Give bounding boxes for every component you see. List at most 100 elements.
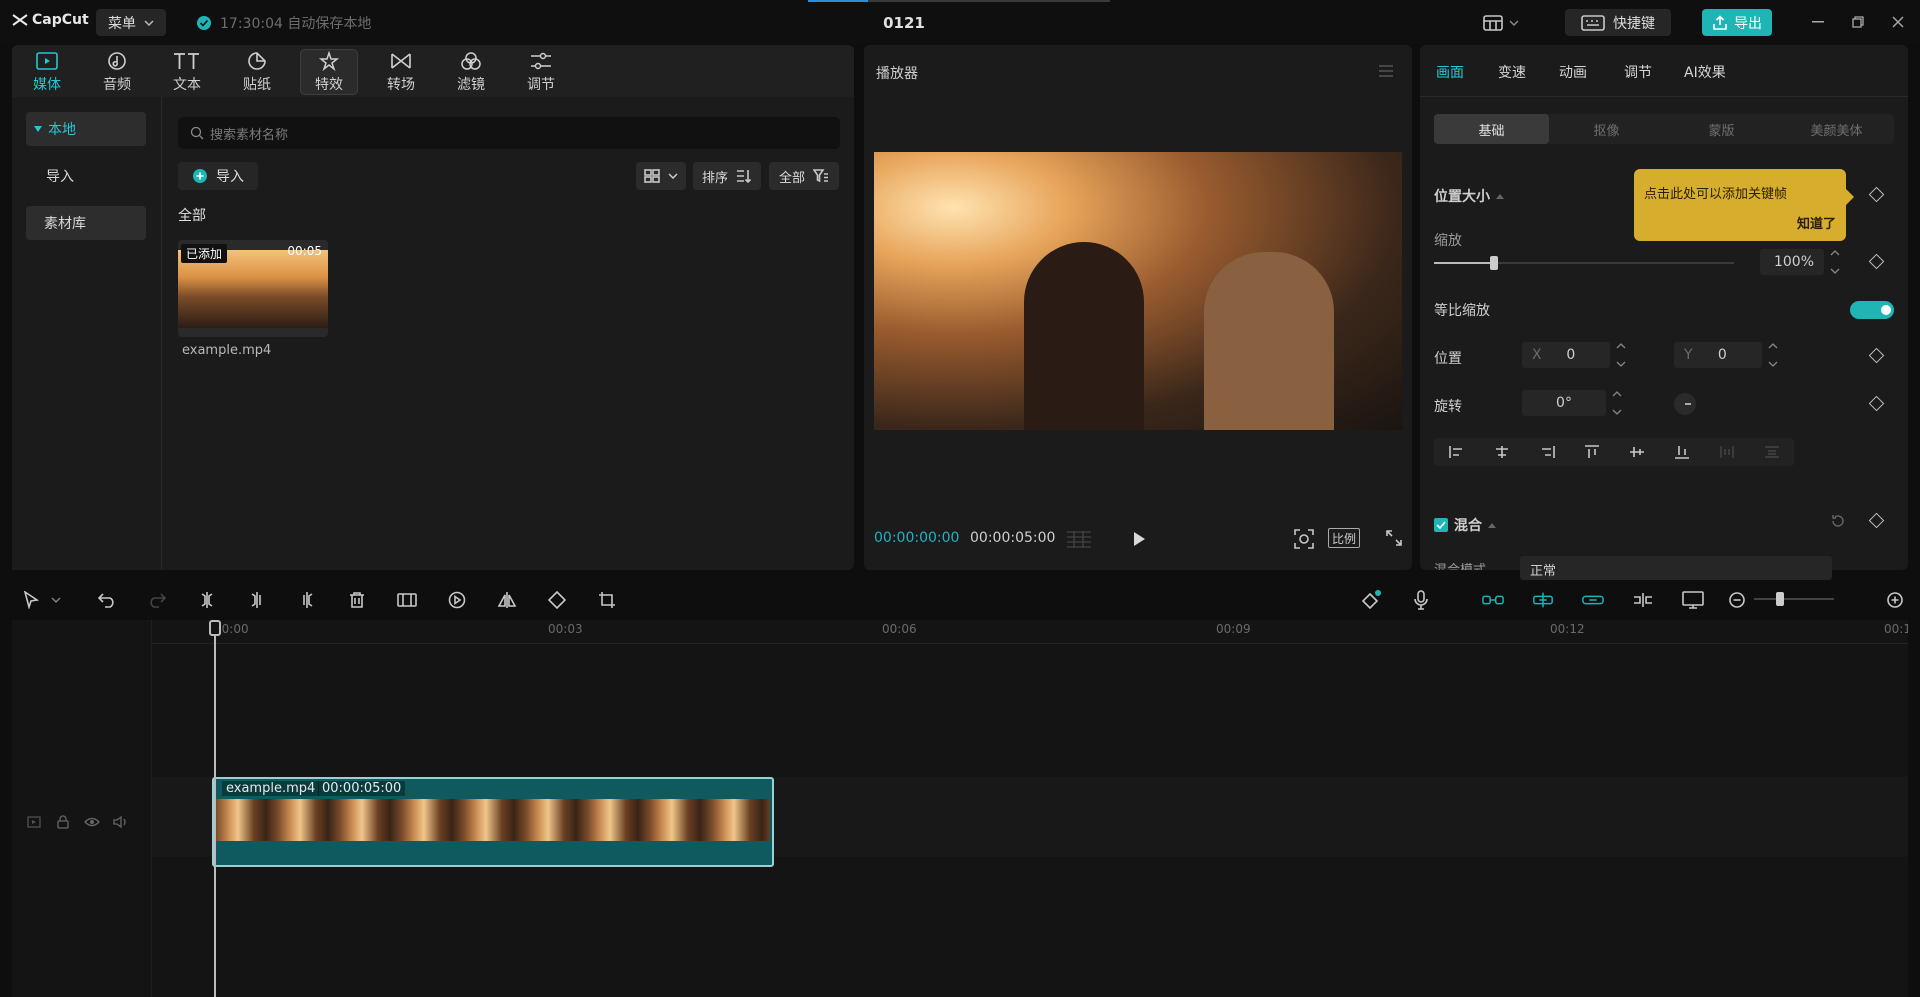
rotate-dial[interactable] xyxy=(1674,393,1696,415)
keyframe-blend-icon[interactable] xyxy=(1868,512,1885,529)
rotate-stepper[interactable] xyxy=(1612,390,1624,416)
select-tool-dropdown[interactable] xyxy=(50,589,62,611)
keyframe-position-size-icon[interactable] xyxy=(1868,186,1885,203)
lock-icon[interactable] xyxy=(55,814,71,830)
subtab-basic[interactable]: 基础 xyxy=(1434,114,1549,144)
tab-media[interactable]: 媒体 xyxy=(18,49,76,95)
record-audio-button[interactable] xyxy=(1410,589,1432,611)
sort-button[interactable]: 排序 xyxy=(693,162,761,190)
view-mode-button[interactable] xyxy=(636,162,686,190)
delete-right-button[interactable] xyxy=(296,589,318,611)
blend-header[interactable]: 混合 xyxy=(1434,515,1496,535)
align-center-h-icon[interactable] xyxy=(1494,445,1510,459)
distribute-v-icon[interactable] xyxy=(1764,445,1780,459)
preview-axis-button[interactable] xyxy=(1632,589,1654,611)
tab-effects[interactable]: 特效 xyxy=(300,49,358,95)
uniform-scale-toggle[interactable] xyxy=(1850,301,1894,319)
position-x-field[interactable]: X 0 xyxy=(1522,342,1610,368)
magnet-button[interactable] xyxy=(1532,589,1554,611)
tab-adjust[interactable]: 调节 xyxy=(512,49,570,95)
freeze-button[interactable] xyxy=(396,589,418,611)
minimize-button[interactable] xyxy=(1808,12,1828,32)
tab-ai-effects[interactable]: AI效果 xyxy=(1684,62,1726,82)
reverse-button[interactable] xyxy=(446,589,468,611)
tab-picture[interactable]: 画面 xyxy=(1436,62,1464,82)
tab-text[interactable]: 文本 xyxy=(158,49,216,95)
distribute-h-icon[interactable] xyxy=(1719,445,1735,459)
fullscreen-button[interactable] xyxy=(1386,530,1402,546)
auto-keyframe-button[interactable] xyxy=(1360,589,1382,611)
sidebar-item-local[interactable]: 本地 xyxy=(26,112,146,146)
tab-audio[interactable]: 音频 xyxy=(88,49,146,95)
redo-button[interactable] xyxy=(146,589,168,611)
layout-button[interactable] xyxy=(1483,10,1531,36)
blend-checkbox[interactable] xyxy=(1434,518,1448,532)
shortcut-button[interactable]: 快捷键 xyxy=(1565,9,1671,36)
tab-animation[interactable]: 动画 xyxy=(1559,62,1587,82)
position-size-header[interactable]: 位置大小 xyxy=(1434,186,1504,206)
subtab-beauty[interactable]: 美颜美体 xyxy=(1779,114,1894,144)
mirror-button[interactable] xyxy=(496,589,518,611)
scale-stepper[interactable] xyxy=(1830,249,1842,275)
position-y-field[interactable]: Y 0 xyxy=(1674,342,1762,368)
search-input[interactable]: 搜索素材名称 xyxy=(178,117,840,149)
align-bottom-icon[interactable] xyxy=(1674,445,1690,459)
keyframe-rotate-icon[interactable] xyxy=(1868,395,1885,412)
linkage-button[interactable] xyxy=(1582,589,1604,611)
undo-button[interactable] xyxy=(96,589,118,611)
delete-button[interactable] xyxy=(346,589,368,611)
import-button[interactable]: 导入 xyxy=(178,162,258,190)
speaker-icon[interactable] xyxy=(113,814,129,830)
thumbnail-view-button[interactable] xyxy=(1682,589,1704,611)
player-menu-icon[interactable] xyxy=(1378,65,1394,77)
zoom-slider[interactable] xyxy=(1754,592,1834,606)
eye-icon[interactable] xyxy=(84,814,100,830)
tab-transition[interactable]: 转场 xyxy=(372,49,430,95)
project-name[interactable]: 0121 xyxy=(0,14,1808,32)
rotate-button[interactable] xyxy=(546,589,568,611)
ratio-button[interactable]: 比例 xyxy=(1328,528,1360,548)
align-right-icon[interactable] xyxy=(1539,445,1555,459)
tab-adjustment[interactable]: 调节 xyxy=(1624,62,1652,82)
keyframe-position-icon[interactable] xyxy=(1868,347,1885,364)
delete-left-button[interactable] xyxy=(246,589,268,611)
subtab-cutout[interactable]: 抠像 xyxy=(1549,114,1664,144)
zoom-out-button[interactable] xyxy=(1726,589,1748,611)
align-left-icon[interactable] xyxy=(1448,445,1465,459)
subtab-mask[interactable]: 蒙版 xyxy=(1664,114,1779,144)
tab-speed[interactable]: 变速 xyxy=(1498,62,1526,82)
close-button[interactable] xyxy=(1888,12,1908,32)
zoom-slider-handle[interactable] xyxy=(1776,592,1784,606)
main-track-link-button[interactable] xyxy=(1482,589,1504,611)
position-x-stepper[interactable] xyxy=(1616,342,1628,368)
restore-button[interactable] xyxy=(1848,12,1868,32)
time-ruler[interactable]: 00:00 00:03 00:06 00:09 00:12 00:15 xyxy=(152,620,1908,644)
playhead[interactable] xyxy=(214,620,216,997)
align-top-icon[interactable] xyxy=(1584,445,1600,459)
play-button[interactable] xyxy=(1132,531,1146,547)
scale-value-field[interactable]: 100% xyxy=(1760,249,1824,275)
sidebar-item-import[interactable]: 导入 xyxy=(26,159,146,193)
crop-button[interactable] xyxy=(596,589,618,611)
blend-reset-button[interactable] xyxy=(1830,513,1846,529)
align-center-v-icon[interactable] xyxy=(1629,445,1645,459)
tab-filter[interactable]: 滤镜 xyxy=(442,49,500,95)
blend-mode-select[interactable]: 正常 xyxy=(1520,556,1832,580)
tooltip-ok-button[interactable]: 知道了 xyxy=(1797,213,1836,232)
track-cover-icon[interactable] xyxy=(26,814,42,830)
scale-slider-handle[interactable] xyxy=(1490,256,1498,270)
split-button[interactable] xyxy=(196,589,218,611)
sidebar-item-library[interactable]: 素材库 xyxy=(26,206,146,240)
tab-sticker[interactable]: 贴纸 xyxy=(228,49,286,95)
playhead-handle[interactable] xyxy=(209,620,221,636)
zoom-fit-button[interactable] xyxy=(1294,529,1314,549)
timeline-list-icon[interactable] xyxy=(1066,530,1092,548)
export-button[interactable]: 导出 xyxy=(1702,9,1772,36)
rotate-field[interactable]: 0° xyxy=(1522,390,1606,416)
media-thumbnail[interactable]: 已添加 00:05 xyxy=(178,240,328,337)
zoom-in-button[interactable] xyxy=(1884,589,1906,611)
select-tool-button[interactable] xyxy=(20,589,42,611)
video-clip[interactable]: example.mp4 00:00:05:00 xyxy=(212,777,774,867)
keyframe-scale-icon[interactable] xyxy=(1868,253,1885,270)
scale-slider[interactable] xyxy=(1434,256,1734,270)
